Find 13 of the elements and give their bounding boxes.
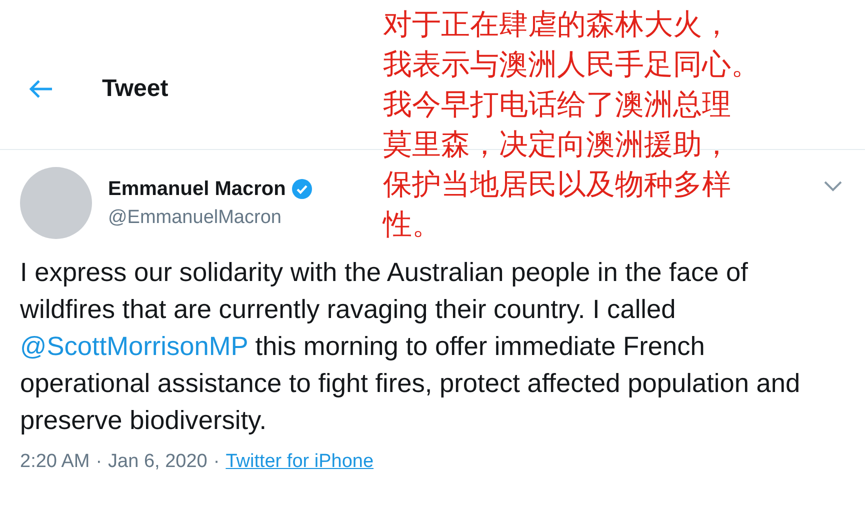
author-name[interactable]: Emmanuel Macron: [108, 178, 286, 200]
source-link[interactable]: Twitter for iPhone: [226, 451, 374, 473]
tweet-date: Jan 6, 2020: [108, 451, 208, 473]
author-handle[interactable]: @EmmanuelMacron: [108, 206, 282, 228]
tweet-time: 2:20 AM: [20, 451, 90, 473]
tweet-text: I express our solidarity with the Australian people in the face of wildfires that are currently ravaging their country. I called @ScottMorrisonMP this morning to offer immediate French operational assistance to fight fires, protect affected population and preserve biodiversity.: [20, 256, 802, 437]
mention-link[interactable]: @ScottMorrisonMP: [20, 331, 248, 361]
page-title: Tweet: [102, 74, 168, 102]
chevron-down-icon[interactable]: [823, 180, 843, 192]
separator-dot: ·: [213, 451, 220, 473]
translation-note: 对于正在肆虐的森林大火， 我表示与澳洲人民手足同心。 我今早打电话给了澳洲总理 莫里森，决定向澳洲援助， 保护当地居民以及物种多样 性。: [383, 6, 760, 243]
back-arrow-icon[interactable]: [28, 78, 54, 98]
separator-dot: ·: [96, 451, 102, 473]
